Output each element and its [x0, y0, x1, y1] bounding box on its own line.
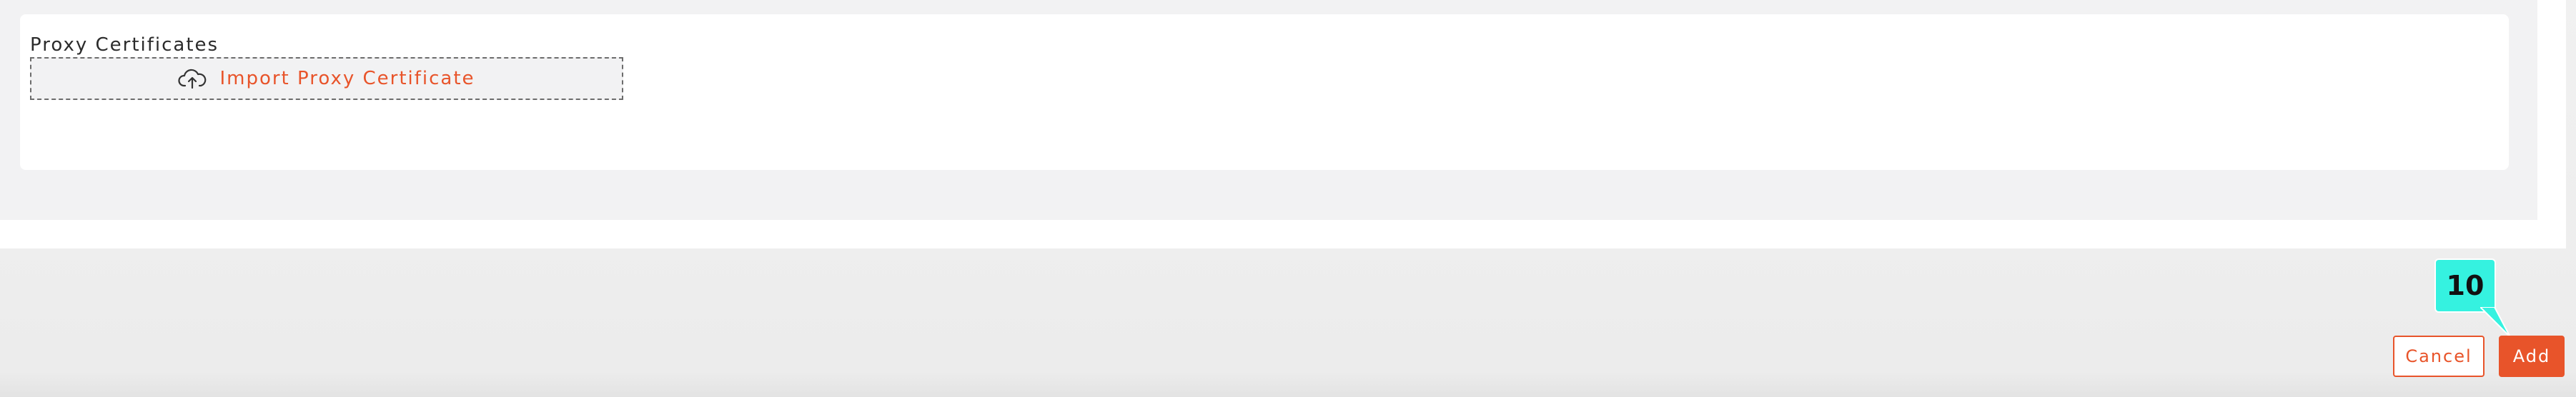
dialog-content-panel: Proxy Certificates Import Proxy Certific… — [0, 0, 2566, 248]
cancel-button[interactable]: Cancel — [2393, 336, 2485, 377]
settings-section: Proxy Certificates Import Proxy Certific… — [0, 0, 2537, 220]
import-proxy-certificate-label: Import Proxy Certificate — [219, 68, 475, 89]
add-button[interactable]: Add — [2499, 336, 2565, 377]
annotation-marker: 10 — [2436, 260, 2495, 311]
cloud-upload-icon — [178, 68, 207, 89]
proxy-certificates-label: Proxy Certificates — [30, 34, 219, 56]
import-proxy-certificate-button[interactable]: Import Proxy Certificate — [30, 57, 623, 100]
annotation-pointer — [2480, 307, 2511, 338]
